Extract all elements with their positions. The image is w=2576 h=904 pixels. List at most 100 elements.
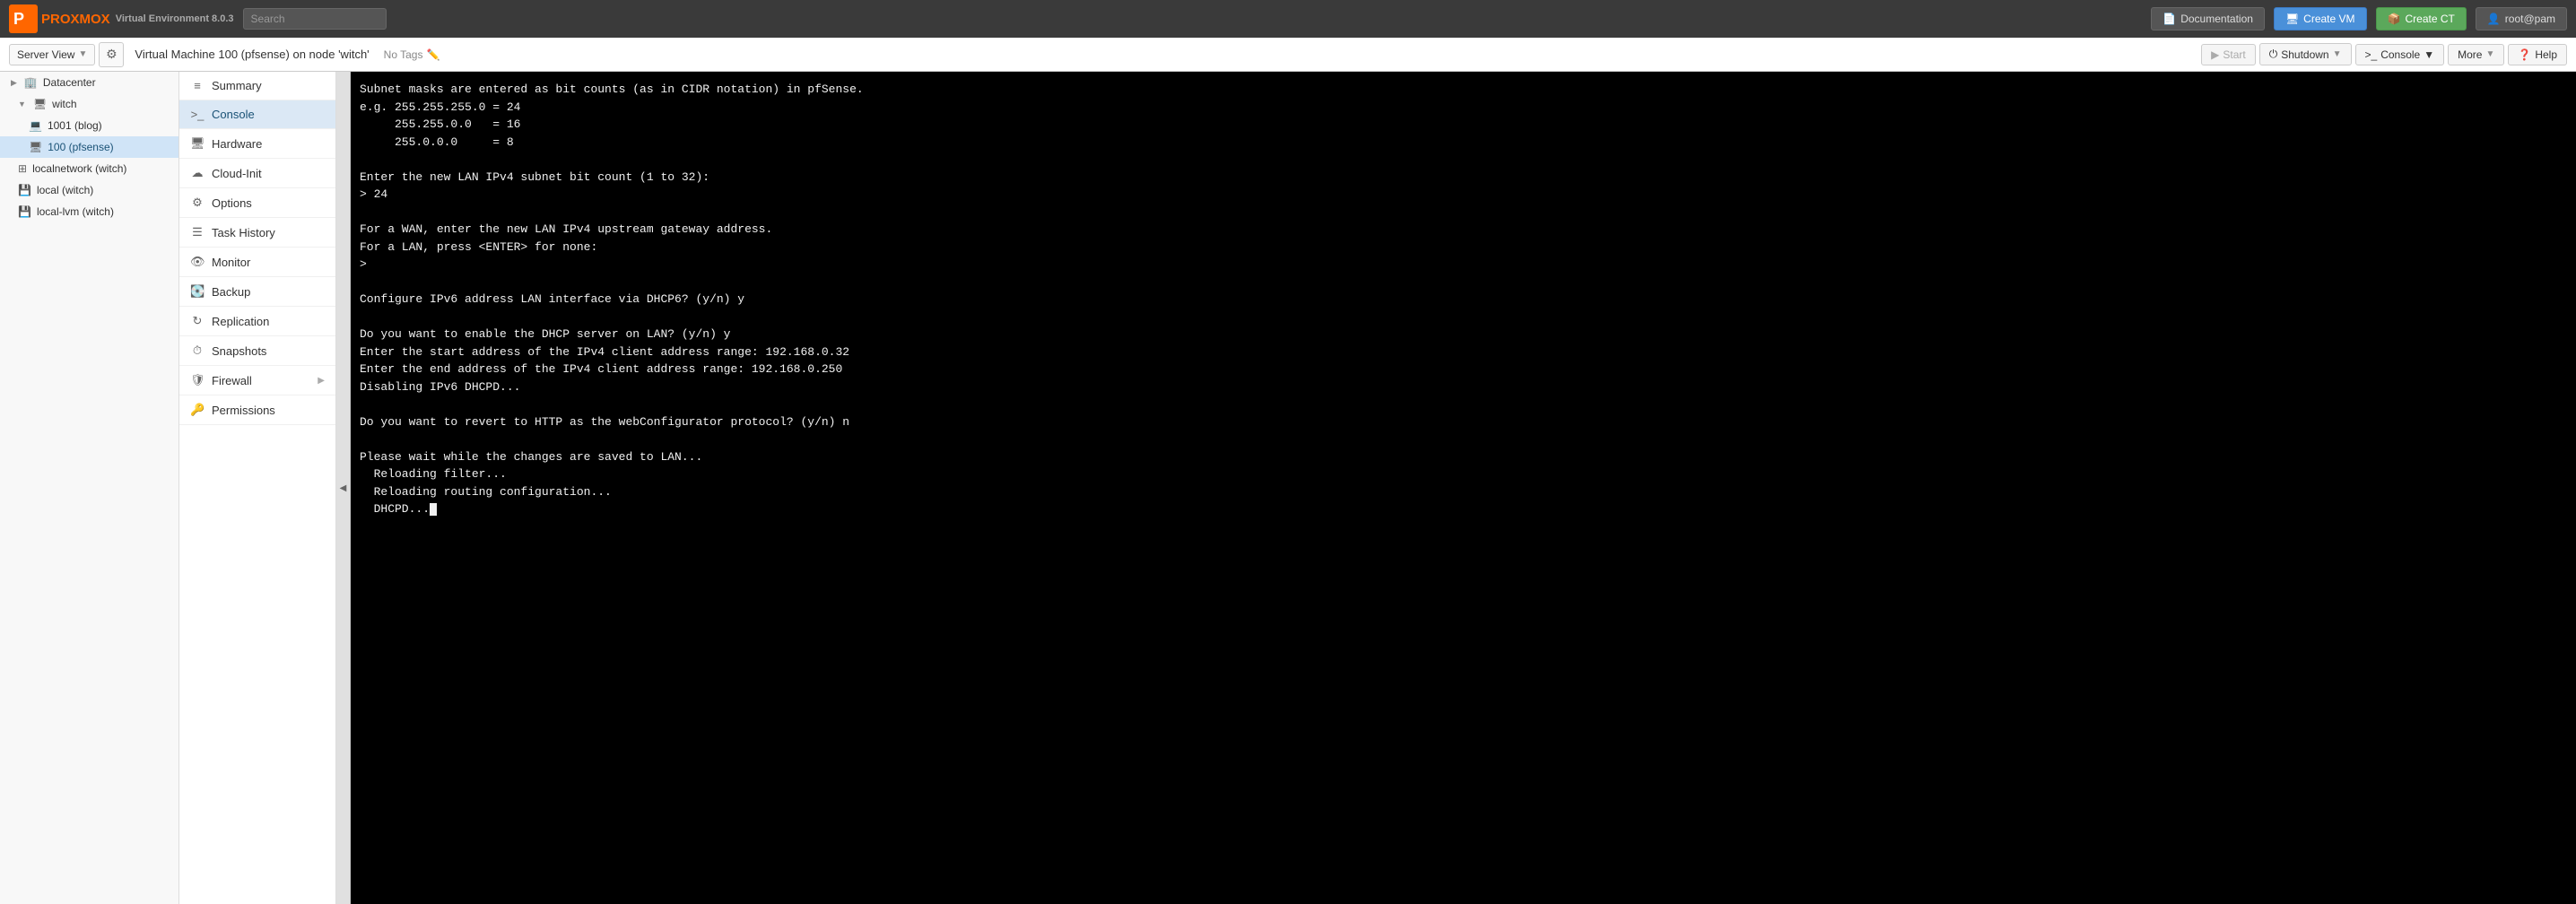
- tree-item-100-pfsense[interactable]: 🖥 100 (pfsense): [0, 136, 178, 158]
- nav-item-backup[interactable]: 💽 Backup: [179, 277, 335, 307]
- start-button[interactable]: ▶ Start: [2201, 44, 2256, 65]
- console-button[interactable]: >_ Console ▼: [2355, 44, 2445, 65]
- monitor-label: Monitor: [212, 256, 250, 269]
- create-ct-button[interactable]: 📦 Create CT: [2376, 7, 2467, 30]
- nav-item-permissions[interactable]: 🔑 Permissions: [179, 396, 335, 425]
- backup-label: Backup: [212, 285, 250, 299]
- vm-100-label: 100 (pfsense): [48, 141, 113, 153]
- console-nav-icon: >_: [190, 108, 205, 121]
- proxmox-text: PROXMOX: [41, 12, 110, 27]
- more-label: More: [2458, 48, 2482, 61]
- no-tags: No Tags ✏️: [384, 48, 440, 61]
- cloud-init-icon: ☁: [190, 166, 205, 180]
- vm-1001-label: 1001 (blog): [48, 119, 102, 132]
- collapse-toggle[interactable]: ◀: [336, 72, 351, 904]
- main-layout: ▶ 🏢 Datacenter ▼ 🖥 witch 💻 1001 (blog) 🖥…: [0, 72, 2576, 904]
- localnetwork-icon: ⊞: [18, 162, 27, 175]
- create-vm-icon: 🖥: [2285, 13, 2299, 25]
- nav-item-console[interactable]: >_ Console: [179, 100, 335, 129]
- logo: P PROXMOX Virtual Environment 8.0.3: [9, 4, 234, 33]
- snapshots-label: Snapshots: [212, 344, 266, 358]
- tree-item-local[interactable]: 💾 local (witch): [0, 179, 178, 201]
- console-area[interactable]: Subnet masks are entered as bit counts (…: [351, 72, 2576, 904]
- datacenter-label: Datacenter: [43, 76, 96, 89]
- collapse-arrow-icon: ◀: [340, 483, 347, 493]
- summary-label: Summary: [212, 79, 262, 92]
- help-label: Help: [2535, 48, 2557, 61]
- nav-item-replication[interactable]: ↻ Replication: [179, 307, 335, 336]
- shutdown-icon: ⏻: [2269, 48, 2278, 61]
- nav-item-cloud-init[interactable]: ☁ Cloud-Init: [179, 159, 335, 188]
- console-icon: >_: [2365, 48, 2378, 61]
- help-button[interactable]: ❓ Help: [2508, 44, 2567, 65]
- options-icon: ⚙: [190, 196, 205, 210]
- console-cursor: [430, 503, 437, 516]
- firewall-arrow-icon: ▶: [318, 376, 325, 386]
- create-ct-icon: 📦: [2388, 13, 2401, 25]
- backup-icon: 💽: [190, 284, 205, 299]
- shutdown-label: Shutdown: [2281, 48, 2328, 61]
- tree-item-local-lvm[interactable]: 💾 local-lvm (witch): [0, 201, 178, 222]
- expand-icon: ▶: [11, 78, 17, 88]
- hardware-icon: 🖥: [190, 136, 205, 151]
- firewall-label: Firewall: [212, 374, 252, 387]
- content-area: ≡ Summary >_ Console 🖥 Hardware ☁ Cloud-…: [179, 72, 2576, 904]
- shutdown-button[interactable]: ⏻ Shutdown ▼: [2259, 43, 2352, 65]
- witch-label: witch: [52, 98, 76, 110]
- datacenter-icon: 🏢: [24, 76, 38, 89]
- console-nav-label: Console: [212, 108, 255, 121]
- tree-item-datacenter[interactable]: ▶ 🏢 Datacenter: [0, 72, 178, 93]
- local-lvm-icon: 💾: [18, 205, 31, 218]
- monitor-icon: 👁: [190, 255, 205, 269]
- user-label: root@pam: [2505, 13, 2555, 25]
- create-ct-label: Create CT: [2405, 13, 2454, 25]
- no-tags-label: No Tags: [384, 48, 423, 61]
- summary-icon: ≡: [190, 79, 205, 92]
- vm-title: Virtual Machine 100 (pfsense) on node 'w…: [135, 48, 369, 61]
- console-dropdown-arrow: ▼: [2424, 48, 2434, 61]
- expand-witch-icon: ▼: [18, 100, 26, 109]
- hardware-label: Hardware: [212, 137, 262, 151]
- more-button[interactable]: More ▼: [2448, 44, 2504, 65]
- svg-text:P: P: [13, 10, 24, 28]
- nav-item-firewall[interactable]: 🛡 Firewall ▶: [179, 366, 335, 396]
- tree-item-witch[interactable]: ▼ 🖥 witch: [0, 93, 178, 115]
- env-version: Virtual Environment 8.0.3: [116, 13, 234, 24]
- search-input[interactable]: [243, 8, 387, 30]
- tree-item-1001[interactable]: 💻 1001 (blog): [0, 115, 178, 136]
- server-view-select[interactable]: Server View ▼: [9, 44, 95, 65]
- replication-icon: ↻: [190, 314, 205, 328]
- create-vm-label: Create VM: [2303, 13, 2354, 25]
- nav-item-monitor[interactable]: 👁 Monitor: [179, 248, 335, 277]
- doc-icon: 📄: [2163, 13, 2176, 25]
- secondbar: Server View ▼ ⚙ Virtual Machine 100 (pfs…: [0, 38, 2576, 72]
- edit-tags-icon[interactable]: ✏️: [426, 48, 439, 61]
- nav-sidebar: ≡ Summary >_ Console 🖥 Hardware ☁ Cloud-…: [179, 72, 336, 904]
- witch-icon: 🖥: [33, 98, 47, 110]
- doc-label: Documentation: [2180, 13, 2253, 25]
- permissions-icon: 🔑: [190, 403, 205, 417]
- tree-item-localnetwork[interactable]: ⊞ localnetwork (witch): [0, 158, 178, 179]
- firewall-icon: 🛡: [190, 373, 205, 387]
- user-icon: 👤: [2487, 13, 2501, 25]
- tree-sidebar: ▶ 🏢 Datacenter ▼ 🖥 witch 💻 1001 (blog) 🖥…: [0, 72, 179, 904]
- replication-label: Replication: [212, 315, 269, 328]
- options-label: Options: [212, 196, 252, 210]
- cloud-init-label: Cloud-Init: [212, 167, 262, 180]
- snapshots-icon: ⏱: [190, 343, 205, 358]
- vm-1001-icon: 💻: [29, 119, 42, 132]
- gear-button[interactable]: ⚙: [99, 42, 124, 67]
- nav-item-options[interactable]: ⚙ Options: [179, 188, 335, 218]
- nav-item-task-history[interactable]: ☰ Task History: [179, 218, 335, 248]
- task-history-label: Task History: [212, 226, 275, 239]
- console-output: Subnet masks are entered as bit counts (…: [360, 81, 2567, 518]
- create-vm-button[interactable]: 🖥 Create VM: [2274, 7, 2367, 30]
- documentation-button[interactable]: 📄 Documentation: [2151, 7, 2265, 30]
- nav-item-hardware[interactable]: 🖥 Hardware: [179, 129, 335, 159]
- chevron-down-icon: ▼: [78, 49, 87, 59]
- nav-item-snapshots[interactable]: ⏱ Snapshots: [179, 336, 335, 366]
- user-menu-button[interactable]: 👤 root@pam: [2476, 7, 2567, 30]
- nav-item-summary[interactable]: ≡ Summary: [179, 72, 335, 100]
- help-icon: ❓: [2518, 48, 2531, 61]
- permissions-label: Permissions: [212, 404, 275, 417]
